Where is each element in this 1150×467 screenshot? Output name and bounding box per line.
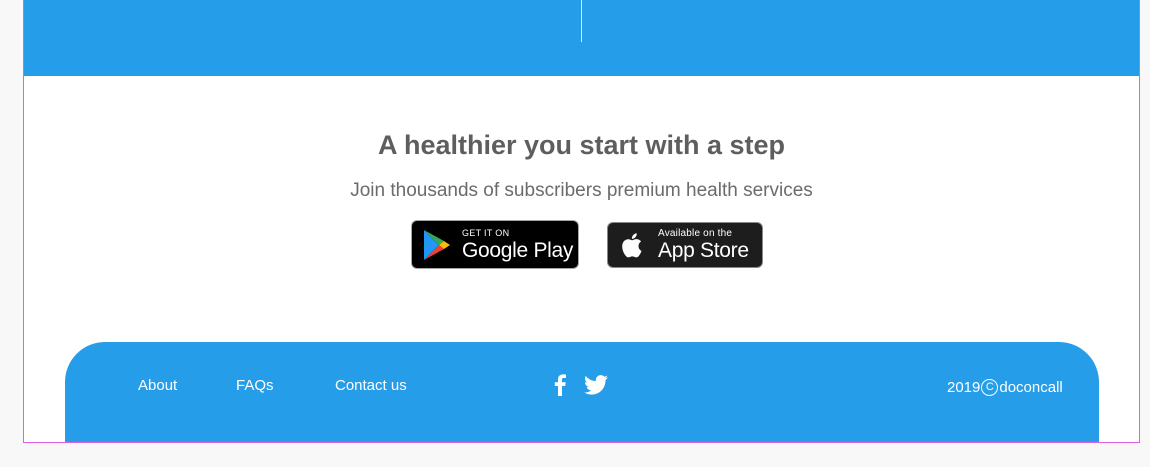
footer: About FAQs Contact us 2019 C doconcall (65, 342, 1099, 442)
footer-link-about[interactable]: About (138, 377, 177, 394)
google-badge-big-text: Google Play (462, 238, 574, 262)
google-play-badge[interactable]: GET IT ON Google Play (411, 220, 579, 269)
page-frame: A healthier you start with a step Join t… (23, 0, 1140, 443)
facebook-icon[interactable] (554, 374, 566, 396)
twitter-icon[interactable] (584, 374, 608, 396)
footer-link-contact[interactable]: Contact us (335, 377, 407, 394)
google-play-icon (424, 229, 450, 260)
apple-badge-big-text: App Store (658, 239, 749, 262)
copyright-brand: doconcall (999, 379, 1063, 396)
copyright-year: 2019 (947, 379, 981, 396)
app-store-badge[interactable]: Available on the App Store (607, 222, 763, 268)
footer-link-faqs[interactable]: FAQs (236, 377, 274, 394)
apple-icon (622, 233, 642, 258)
top-banner (24, 0, 1139, 76)
promo-title: A healthier you start with a step (377, 130, 786, 160)
copyright: 2019 C doconcall (947, 379, 1063, 396)
banner-divider (581, 0, 582, 42)
apple-badge-small-text: Available on the (658, 228, 733, 239)
promo-subtitle: Join thousands of subscribers premium he… (350, 180, 813, 201)
copyright-icon: C (981, 379, 999, 396)
google-badge-small-text: GET IT ON (462, 227, 510, 238)
